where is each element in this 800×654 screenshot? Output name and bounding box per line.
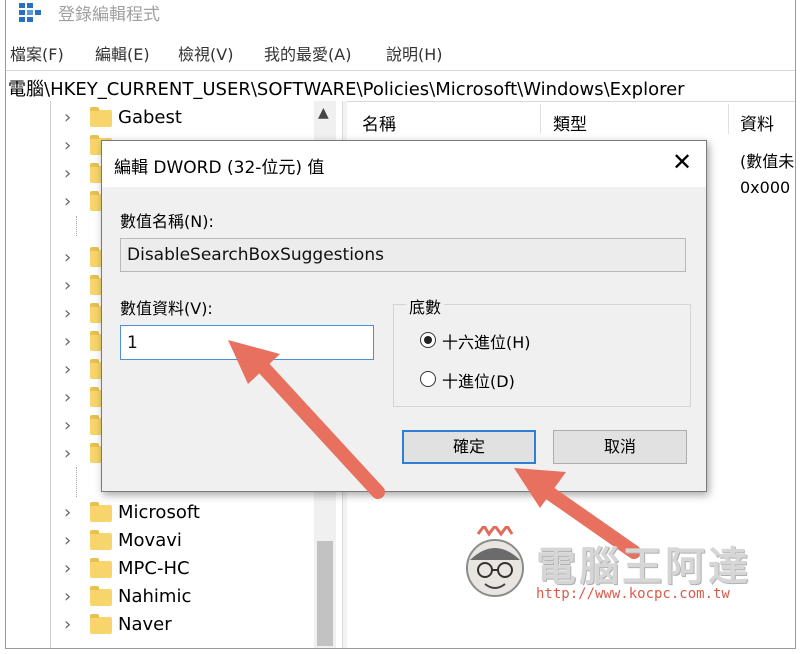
tree-item-movavi[interactable]: › Movavi	[6, 528, 316, 556]
column-header-name[interactable]: 名稱	[362, 110, 396, 135]
chevron-right-icon[interactable]: ›	[64, 275, 71, 296]
cancel-button[interactable]: 取消	[553, 430, 687, 464]
tree-item-label: Movavi	[118, 530, 182, 551]
regedit-icon	[19, 3, 41, 22]
base-group-label: 底數	[406, 294, 445, 318]
address-bar[interactable]: 電腦\HKEY_CURRENT_USER\SOFTWARE\Policies\M…	[6, 70, 795, 102]
chevron-right-icon[interactable]: ›	[64, 303, 71, 324]
tree-item-label: Microsoft	[118, 502, 200, 523]
dialog-title-bar: 編輯 DWORD (32-位元) 值 ✕	[102, 141, 706, 187]
chevron-right-icon[interactable]: ›	[64, 502, 71, 523]
tree-item-mpc-hc[interactable]: › MPC-HC	[6, 556, 316, 584]
chevron-right-icon[interactable]: ›	[64, 331, 71, 352]
folder-icon	[90, 502, 112, 522]
column-header-type[interactable]: 類型	[553, 110, 587, 135]
menu-view[interactable]: 檢視(V)	[178, 41, 233, 65]
chevron-right-icon[interactable]: ›	[64, 135, 71, 156]
radio-selected-icon[interactable]	[420, 332, 436, 348]
list-header: 名稱 類型 資料	[348, 104, 795, 135]
address-path: 電腦\HKEY_CURRENT_USER\SOFTWARE\Policies\M…	[8, 79, 685, 100]
watermark: 電腦王阿達 http://www.kocpc.com.tw	[458, 522, 758, 612]
folder-icon	[90, 586, 112, 606]
scrollbar-thumb[interactable]	[317, 541, 333, 646]
dialog-title: 編輯 DWORD (32-位元) 值	[114, 158, 325, 178]
chevron-right-icon[interactable]: ›	[64, 247, 71, 268]
folder-icon	[90, 530, 112, 550]
menu-bar: 檔案(F) 編輯(E) 檢視(V) 我的最愛(A) 說明(H)	[6, 38, 795, 66]
tree-item-label: MPC-HC	[118, 558, 190, 579]
chevron-right-icon[interactable]: ›	[64, 443, 71, 464]
value-data-field[interactable]	[120, 325, 374, 360]
watermark-url: http://www.kocpc.com.tw	[536, 586, 730, 602]
close-icon[interactable]: ✕	[667, 148, 697, 176]
radio-unselected-icon[interactable]	[420, 371, 436, 387]
tree-item-label: Naver	[118, 614, 172, 635]
tree-item[interactable]: › Gabest	[6, 105, 316, 133]
chevron-right-icon[interactable]: ›	[64, 530, 71, 551]
tree-item-microsoft[interactable]: › Microsoft	[6, 500, 316, 528]
title-bar: 登錄編輯程式	[16, 0, 716, 28]
tree-item-label: Nahimic	[118, 586, 192, 607]
folder-icon	[90, 614, 112, 634]
watermark-brand: 電腦王阿達	[536, 544, 751, 590]
chevron-right-icon[interactable]: ›	[64, 415, 71, 436]
edit-dword-dialog: 編輯 DWORD (32-位元) 值 ✕ 數值名稱(N): 數值資料(V): 底…	[101, 140, 707, 492]
mascot-icon	[466, 526, 524, 597]
window-title: 登錄編輯程式	[58, 5, 160, 25]
chevron-right-icon[interactable]: ›	[64, 359, 71, 380]
list-cell-data: 0x000	[740, 178, 791, 197]
folder-icon	[90, 558, 112, 578]
list-cell-data: (數值未	[740, 152, 795, 171]
ok-button[interactable]: 確定	[402, 430, 536, 464]
menu-favorites[interactable]: 我的最愛(A)	[264, 41, 351, 65]
folder-icon	[90, 107, 112, 127]
chevron-right-icon[interactable]: ›	[64, 586, 71, 607]
radio-label: 十六進位(H)	[442, 333, 531, 352]
chevron-right-icon[interactable]: ›	[64, 191, 71, 212]
chevron-right-icon[interactable]: ›	[64, 614, 71, 635]
value-data-label: 數值資料(V):	[120, 299, 213, 318]
chevron-right-icon[interactable]: ›	[64, 163, 71, 184]
menu-help[interactable]: 說明(H)	[386, 41, 443, 65]
tree-item-label: Gabest	[118, 107, 182, 128]
menu-file[interactable]: 檔案(F)	[10, 41, 64, 65]
tree-dotted-line	[76, 216, 78, 236]
column-divider[interactable]	[728, 104, 729, 134]
menu-edit[interactable]: 編輯(E)	[95, 41, 150, 65]
chevron-right-icon[interactable]: ›	[64, 107, 71, 128]
tree-dotted-line	[76, 467, 78, 497]
column-divider[interactable]	[540, 104, 541, 134]
radio-label: 十進位(D)	[442, 372, 515, 391]
value-name-label: 數值名稱(N):	[120, 212, 214, 231]
chevron-right-icon[interactable]: ›	[64, 387, 71, 408]
tree-item-nahimic[interactable]: › Nahimic	[6, 584, 316, 612]
tree-item-naver[interactable]: › Naver	[6, 612, 316, 640]
value-name-field[interactable]	[120, 238, 686, 272]
base-group: 底數 十六進位(H) 十進位(D)	[393, 294, 691, 407]
column-header-data[interactable]: 資料	[740, 110, 774, 135]
scroll-up-icon[interactable]: ▲	[318, 105, 329, 121]
chevron-right-icon[interactable]: ›	[64, 558, 71, 579]
